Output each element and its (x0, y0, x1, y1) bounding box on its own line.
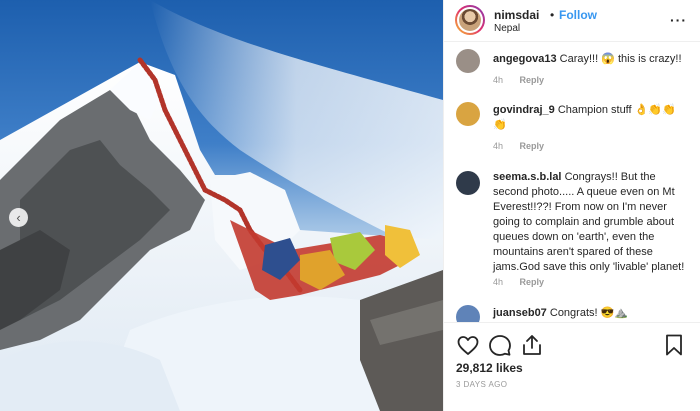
likes-count[interactable]: 29,812 likes (456, 361, 523, 375)
avatar[interactable] (456, 171, 480, 195)
avatar[interactable] (456, 102, 480, 126)
post-header: nimsdai • Follow Nepal ··· (444, 0, 700, 42)
comment-body: Congrats! 😎⛰️ (549, 307, 629, 319)
reply-button[interactable]: Reply (520, 277, 545, 287)
comment-meta: 4h Reply (493, 141, 558, 151)
avatar[interactable] (455, 5, 485, 35)
comment-username[interactable]: juanseb07 (493, 307, 547, 319)
everest-photo (0, 0, 443, 411)
comment-username[interactable]: angegova13 (493, 53, 557, 65)
heart-icon[interactable] (456, 333, 480, 357)
reply-button[interactable]: Reply (520, 75, 545, 85)
post-sidebar: nimsdai • Follow Nepal ··· angegova13 Ca… (443, 0, 700, 411)
comment-icon[interactable] (488, 333, 512, 357)
share-icon[interactable] (520, 333, 544, 357)
comment-meta: 4h Reply (493, 277, 558, 287)
comment-text: juanseb07 Congrats! 😎⛰️ (493, 306, 689, 321)
comment-text: angegova13 Caray!!! 😱 this is crazy!! (493, 52, 689, 67)
post-photo: ‹ (0, 0, 443, 411)
follow-button[interactable]: Follow (559, 8, 597, 22)
separator-dot: • (550, 8, 555, 22)
comment-body: Caray!!! 😱 this is crazy!! (559, 53, 682, 65)
bookmark-icon[interactable] (662, 333, 686, 357)
comment-username[interactable]: govindraj_9 (493, 104, 555, 116)
more-options-button[interactable]: ··· (670, 12, 687, 28)
comment-text: govindraj_9 Champion stuff 👌👏👏👏 (493, 103, 689, 133)
username-link[interactable]: nimsdai (494, 8, 539, 22)
comment-text: seema.s.b.lal Congrays!! But the second … (493, 170, 689, 275)
post-timestamp: 3 DAYS AGO (456, 380, 508, 389)
comment-meta: 4h Reply (493, 75, 558, 85)
comment-time: 4h (493, 75, 504, 85)
location-link[interactable]: Nepal (494, 23, 520, 34)
post-actions: 29,812 likes 3 DAYS AGO (444, 322, 700, 411)
reply-button[interactable]: Reply (520, 141, 545, 151)
comments-list[interactable]: angegova13 Caray!!! 😱 this is crazy!! 4h… (444, 42, 700, 322)
comment-body: Congrays!! But the second photo..... A q… (493, 171, 685, 273)
comment-time: 4h (493, 277, 504, 287)
comment-time: 4h (493, 141, 504, 151)
avatar[interactable] (456, 305, 480, 322)
avatar[interactable] (456, 49, 480, 73)
comment-username[interactable]: seema.s.b.lal (493, 171, 562, 183)
carousel-prev-button[interactable]: ‹ (9, 208, 28, 227)
